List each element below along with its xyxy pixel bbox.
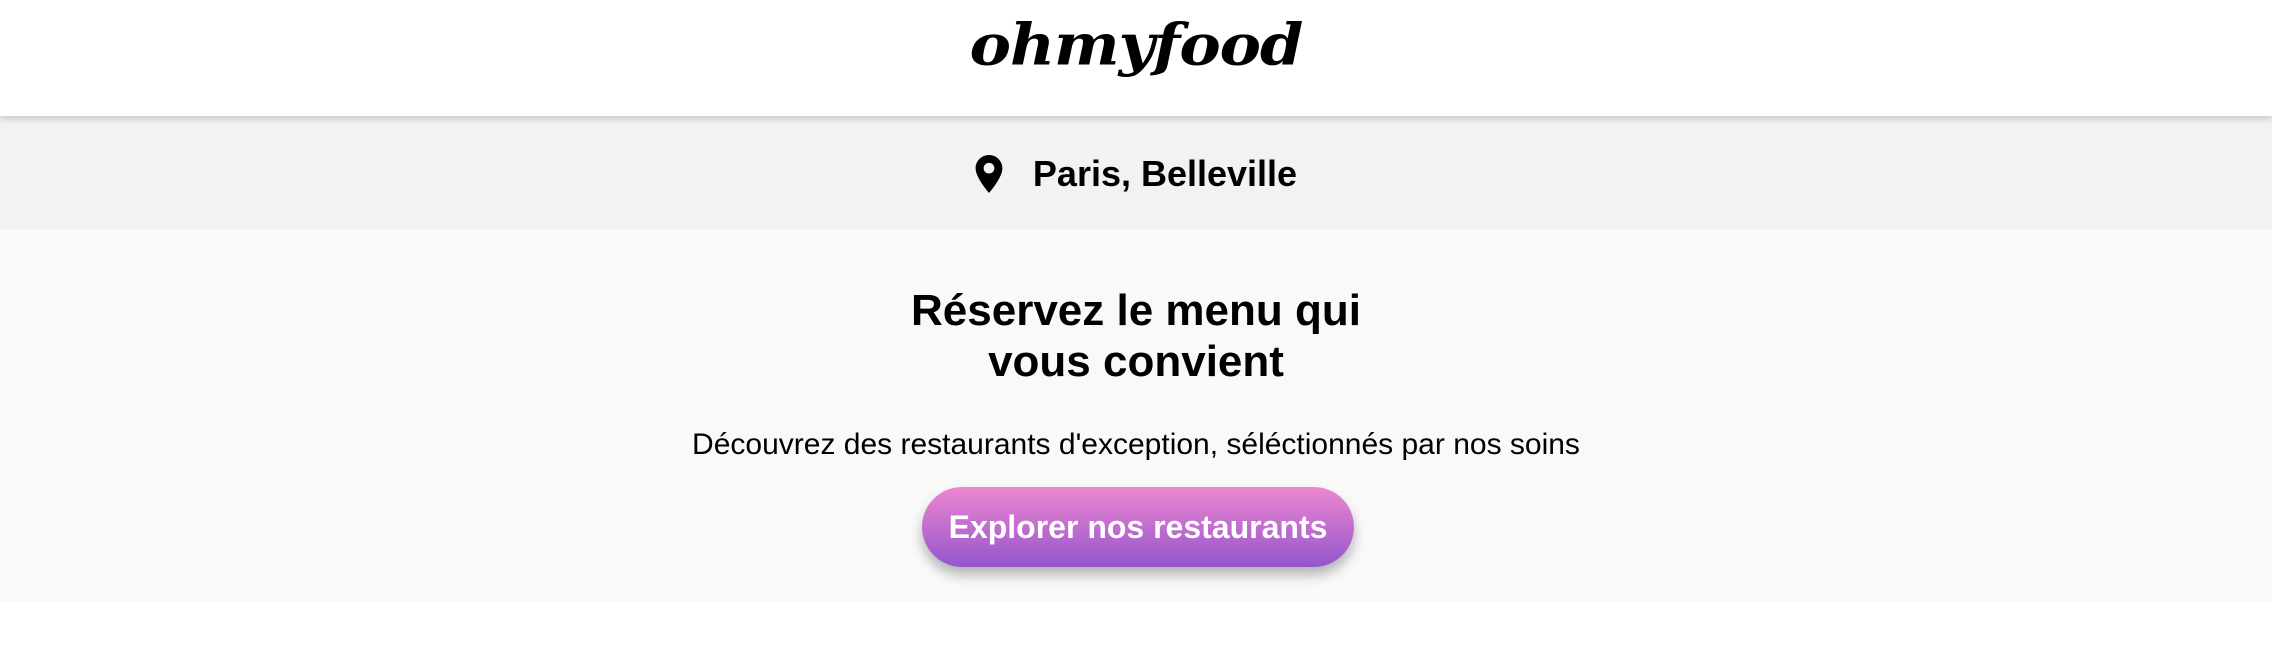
hero-section: Réservez le menu qui vous convient Décou… [0, 229, 2272, 602]
hero-title-line-2: vous convient [988, 337, 1284, 386]
map-pin-icon [975, 154, 1003, 193]
explore-restaurants-button[interactable]: Explorer nos restaurants [922, 487, 1354, 567]
hero-title-line-1: Réservez le menu qui [911, 286, 1361, 335]
site-header: ohmyfood [0, 0, 2272, 116]
location-label: Paris, Belleville [1032, 152, 1298, 194]
hero-title: Réservez le menu qui vous convient [0, 285, 2272, 387]
ohmyfood-logo[interactable]: ohmyfood [970, 12, 1304, 77]
location-bar: Paris, Belleville [0, 116, 2272, 229]
hero-subtitle: Découvrez des restaurants d'exception, s… [692, 428, 1580, 461]
location-indicator: Paris, Belleville [975, 152, 1298, 194]
